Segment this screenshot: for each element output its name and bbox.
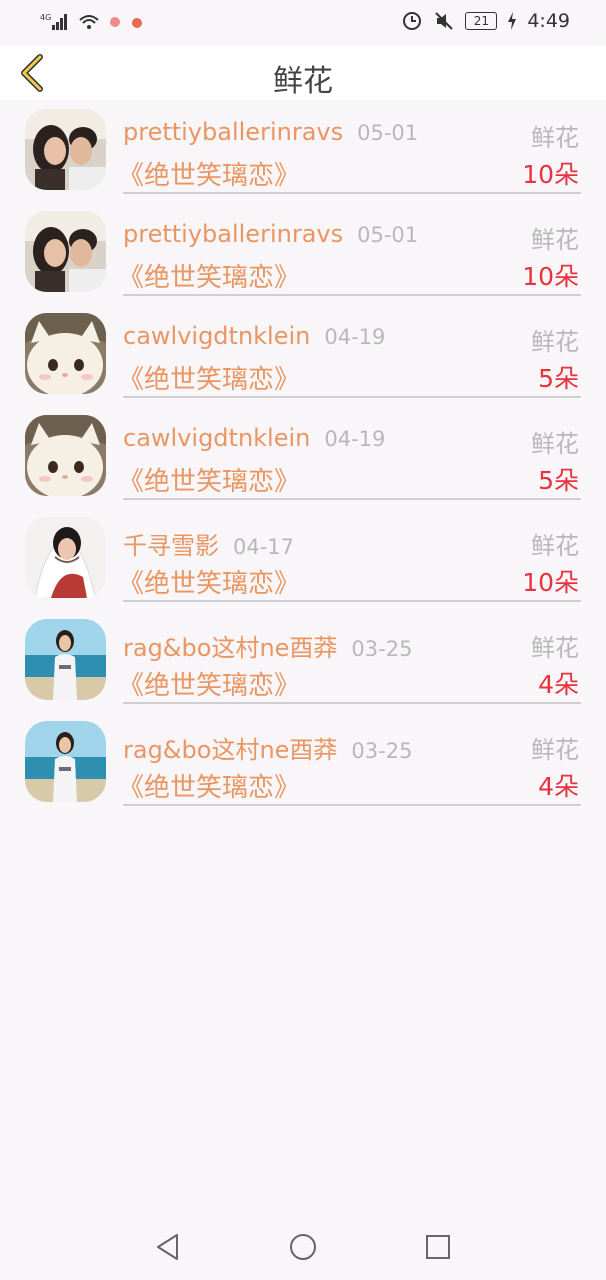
date-text: 05-01: [357, 121, 419, 145]
status-right: 21 4:49: [401, 10, 570, 32]
list-item[interactable]: rag&bo这村ne酉莽 03-25 鲜花 《绝世笑璃恋》 4朵: [0, 712, 606, 814]
list-item[interactable]: 千寻雪影 04-17 鲜花 《绝世笑璃恋》 10朵: [0, 508, 606, 610]
username-text: cawlvigdtnklein: [123, 322, 311, 350]
app-header: 鲜花: [0, 46, 606, 100]
date-text: 05-01: [357, 223, 419, 247]
circle-home-icon: [290, 1234, 316, 1260]
book-title: 《绝世笑璃恋》: [118, 365, 301, 395]
signal-icon: 4G: [40, 13, 67, 30]
divider: [123, 804, 581, 806]
gift-type: 鲜花: [531, 532, 579, 560]
gift-amount: 5朵: [538, 364, 579, 393]
username-text: prettiyballerinravs: [123, 118, 344, 146]
triangle-back-icon: [157, 1234, 178, 1260]
page-title: 鲜花: [273, 64, 333, 99]
divider: [123, 600, 581, 602]
divider: [123, 702, 581, 704]
username: cawlvigdtnklein 04-19: [123, 424, 385, 452]
username: 千寻雪影 04-17: [123, 526, 294, 561]
charging-icon: [508, 12, 517, 30]
alarm-icon: [403, 12, 422, 30]
battery-indicator: 21: [465, 12, 498, 30]
date-text: 03-25: [351, 739, 413, 763]
date-text: 04-19: [324, 427, 386, 451]
gift-amount: 10朵: [522, 262, 579, 291]
avatar: [25, 313, 106, 394]
status-left: 4G: [40, 12, 144, 32]
list-item[interactable]: prettiyballerinravs 05-01 鲜花 《绝世笑璃恋》 10朵: [0, 100, 606, 202]
avatar: [25, 517, 106, 598]
avatar-couple-image: [25, 211, 106, 292]
square-recents-icon: [426, 1235, 450, 1259]
gift-amount: 10朵: [522, 568, 579, 597]
nav-recents-button[interactable]: [423, 1232, 453, 1262]
gift-type: 鲜花: [531, 328, 579, 356]
book-title: 《绝世笑璃恋》: [118, 263, 301, 293]
avatar: [25, 619, 106, 700]
divider: [123, 396, 581, 398]
nav-home-button[interactable]: [288, 1232, 318, 1262]
username-text: prettiyballerinravs: [123, 220, 344, 248]
gift-type: 鲜花: [531, 430, 579, 458]
avatar-woman-image: [25, 517, 106, 598]
system-nav-bar: [0, 1212, 606, 1280]
avatar-cat-image: [25, 313, 106, 394]
gift-amount: 4朵: [538, 772, 579, 801]
mute-icon: [435, 12, 454, 30]
status-bar: 4G 21 4:49: [0, 0, 606, 46]
gift-amount: 5朵: [538, 466, 579, 495]
notification-dot-icon: [110, 17, 120, 27]
avatar-cat-image: [25, 415, 106, 496]
divider: [123, 294, 581, 296]
list-item[interactable]: rag&bo这村ne酉莽 03-25 鲜花 《绝世笑璃恋》 4朵: [0, 610, 606, 712]
username: prettiyballerinravs 05-01: [123, 118, 418, 146]
avatar-beach-image: [25, 721, 106, 802]
status-time: 4:49: [527, 10, 570, 32]
avatar-beach-image: [25, 619, 106, 700]
list-item[interactable]: prettiyballerinravs 05-01 鲜花 《绝世笑璃恋》 10朵: [0, 202, 606, 304]
username: rag&bo这村ne酉莽 03-25: [123, 730, 412, 765]
divider: [123, 192, 581, 194]
date-text: 03-25: [351, 637, 413, 661]
username-text: 千寻雪影: [123, 532, 219, 560]
book-title: 《绝世笑璃恋》: [118, 161, 301, 191]
avatar-couple-image: [25, 109, 106, 190]
gift-list: prettiyballerinravs 05-01 鲜花 《绝世笑璃恋》 10朵 …: [0, 100, 606, 814]
nav-back-button[interactable]: [153, 1232, 183, 1262]
book-title: 《绝世笑璃恋》: [118, 671, 301, 701]
svg-text:4G: 4G: [40, 13, 51, 22]
avatar: [25, 211, 106, 292]
divider: [123, 498, 581, 500]
app-notification-icon: [132, 18, 142, 28]
date-text: 04-17: [233, 535, 295, 559]
username: cawlvigdtnklein 04-19: [123, 322, 385, 350]
avatar: [25, 109, 106, 190]
gift-type: 鲜花: [531, 634, 579, 662]
list-item[interactable]: cawlvigdtnklein 04-19 鲜花 《绝世笑璃恋》 5朵: [0, 304, 606, 406]
gift-type: 鲜花: [531, 226, 579, 254]
wifi-icon: [79, 15, 99, 29]
gift-amount: 10朵: [522, 160, 579, 189]
gift-type: 鲜花: [531, 124, 579, 152]
avatar: [25, 721, 106, 802]
book-title: 《绝世笑璃恋》: [118, 467, 301, 497]
avatar: [25, 415, 106, 496]
gift-type: 鲜花: [531, 736, 579, 764]
book-title: 《绝世笑璃恋》: [118, 773, 301, 803]
username: prettiyballerinravs 05-01: [123, 220, 418, 248]
list-item[interactable]: cawlvigdtnklein 04-19 鲜花 《绝世笑璃恋》 5朵: [0, 406, 606, 508]
username-text: rag&bo这村ne酉莽: [123, 736, 338, 764]
username-text: cawlvigdtnklein: [123, 424, 311, 452]
username: rag&bo这村ne酉莽 03-25: [123, 628, 412, 663]
book-title: 《绝世笑璃恋》: [118, 569, 301, 599]
date-text: 04-19: [324, 325, 386, 349]
username-text: rag&bo这村ne酉莽: [123, 634, 338, 662]
gift-amount: 4朵: [538, 670, 579, 699]
